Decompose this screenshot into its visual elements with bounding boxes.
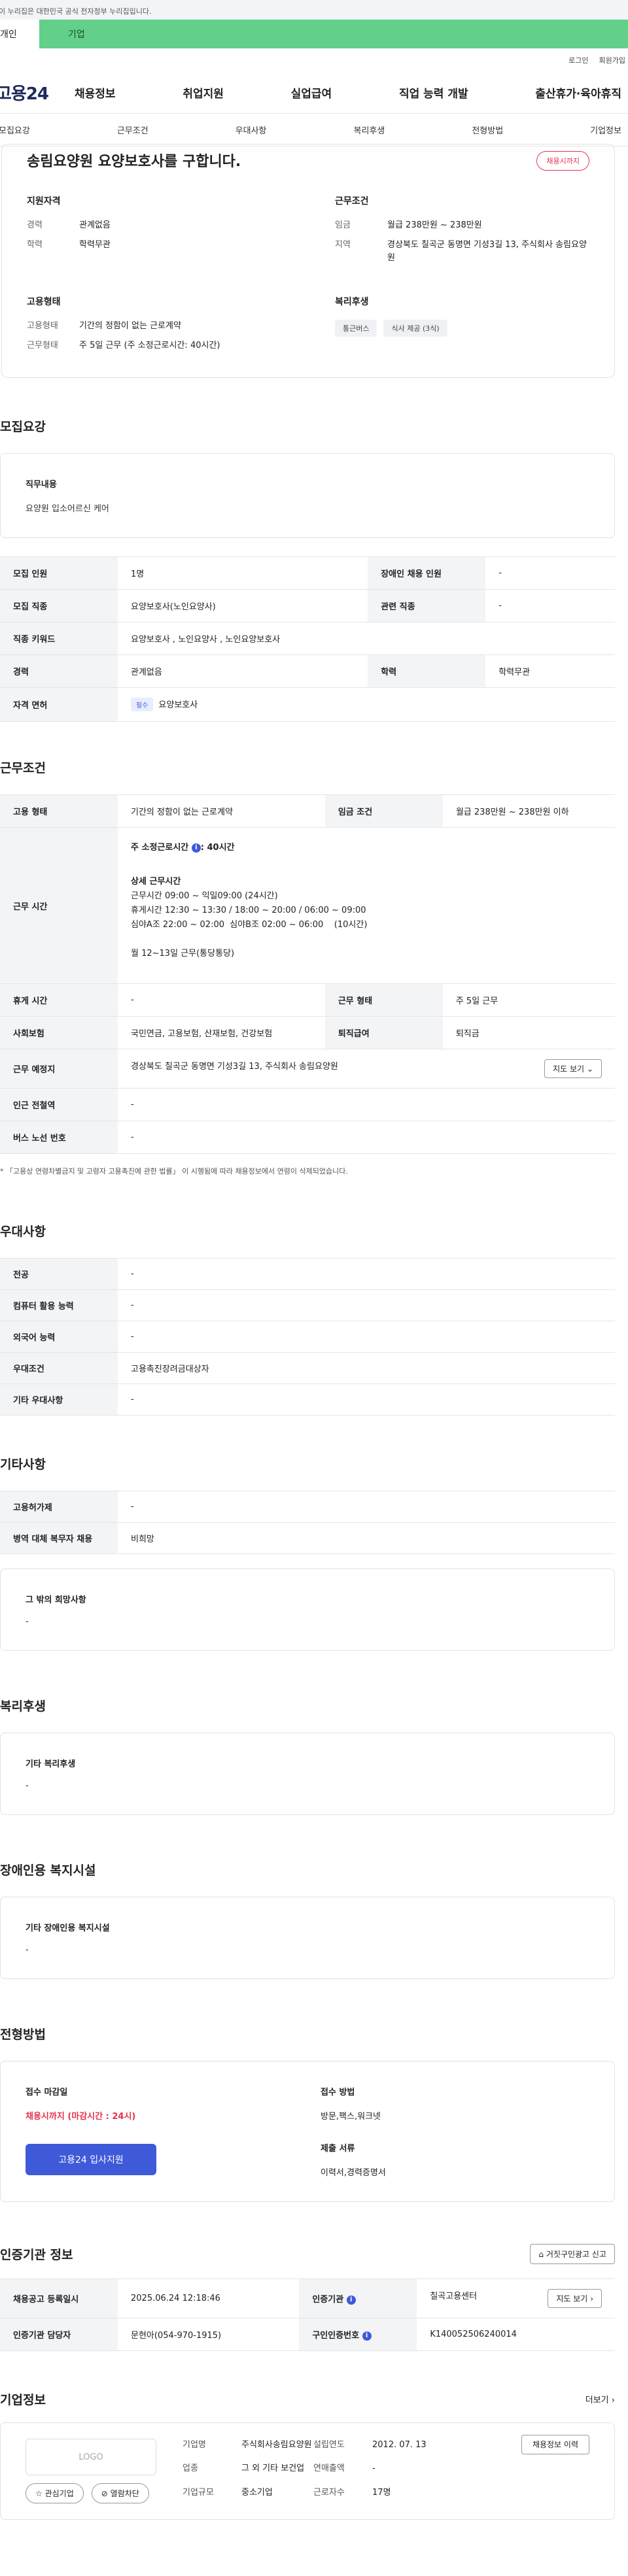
etc-table: 고용허가제 - 병역 대체 복무자 채용 비희망 xyxy=(0,1491,615,1554)
section-title-recruit: 모집요강 xyxy=(0,420,46,434)
table-row: 병역 대체 복무자 채용 비희망 xyxy=(0,1522,615,1554)
section-title-pref: 우대사항 xyxy=(0,1225,46,1239)
table-row: 직종 키워드 요양보호사 , 노인요양사 , 노인요양보호사 xyxy=(0,622,615,655)
qualification-block: 지원자격 경력 관계없음 학력 학력무관 xyxy=(27,196,111,250)
snb-process[interactable]: 전형방법 xyxy=(472,124,503,136)
table-row: 채용공고 등록일시 2025.06.24 12:18:46 인증기관 i 칠곡고… xyxy=(0,2279,615,2318)
favorite-company-button[interactable]: ☆ 관심기업 xyxy=(26,2483,84,2503)
info-icon[interactable]: i xyxy=(362,2331,372,2341)
age-notice: * 「고용상 연령차별금지 및 고령자 고용촉진에 관한 법률」 이 시행됨에 … xyxy=(0,1167,348,1176)
section-nav: 모집요강 근무조건 우대사항 복리후생 전형방법 기업정보 xyxy=(0,114,628,146)
recruit-table: 모집 인원 1명 장애인 채용 인원 - 모집 직종 요양보호사(노인요양사) … xyxy=(0,556,615,722)
company-info-grid: 기업명 주식회사송림요양원 설립연도 2012. 07. 13 업종 그 외 기타 보… xyxy=(183,2440,427,2498)
welfare-card: 기타 복리후생 - xyxy=(0,1733,615,1815)
duty-card: 직무내용 요양원 입소어르신 케어 xyxy=(0,453,615,538)
gnb-item-leave[interactable]: 출산휴가·육아휴직 xyxy=(535,84,621,101)
chevron-right-icon: › xyxy=(590,2294,593,2303)
table-row: 컴퓨터 활용 능력 - xyxy=(0,1289,615,1321)
disabled-facility-card: 기타 장애인용 복지시설 - xyxy=(0,1897,615,1979)
section-title-company: 기업정보 xyxy=(0,2393,46,2407)
table-row: 우대조건 고용촉진장려금대상자 xyxy=(0,1352,615,1384)
gnb-item-benefits[interactable]: 실업급여 xyxy=(291,84,332,101)
table-row: 고용허가제 - xyxy=(0,1491,615,1523)
section-title-disabled: 장애인용 복지시설 xyxy=(0,1863,96,1878)
job-history-button[interactable]: 채용정보 이력 xyxy=(521,2435,589,2454)
snb-recruit[interactable]: 모집요강 xyxy=(0,124,30,136)
chevron-down-icon: ⌄ xyxy=(586,1064,593,1074)
chevron-right-icon: › xyxy=(611,2396,615,2405)
apply-button[interactable]: 고용24 입사지원 xyxy=(26,2144,156,2175)
section-title-welfare: 복리후생 xyxy=(0,1699,46,1714)
process-card: 접수 마감일 채용시까지 (마감시간 : 24시) 고용24 입사지원 접수 방… xyxy=(0,2061,615,2202)
snb-work[interactable]: 근무조건 xyxy=(117,124,148,136)
snb-company[interactable]: 기업정보 xyxy=(590,124,621,136)
utility-bar: 로그인 회원가입 xyxy=(0,48,628,72)
welfare-block: 복리후생 통근버스 식사 제공 (3식) xyxy=(335,295,591,359)
company-more-link[interactable]: 더보기 › xyxy=(585,2393,615,2405)
table-row: 모집 인원 1명 장애인 채용 인원 - xyxy=(0,556,615,590)
table-row: 인근 전철역 - xyxy=(0,1088,615,1121)
false-ad-report-button[interactable]: ⌂ 거짓구인광고 신고 xyxy=(530,2244,615,2264)
job-title: 송림요양원 요양보호사를 구합니다. xyxy=(27,154,241,170)
star-icon: ☆ xyxy=(35,2489,43,2498)
login-link[interactable]: 로그인 xyxy=(568,55,588,65)
home-icon: ⌂ xyxy=(538,2250,544,2259)
section-title-work: 근무조건 xyxy=(0,761,46,775)
pref-table: 전공 - 컴퓨터 활용 능력 - 외국어 능력 - 우대조건 고용촉진장려금대상자 기타… xyxy=(0,1258,615,1415)
table-row: 외국어 능력 - xyxy=(0,1321,615,1353)
other-wish-card: 그 밖의 희망사항 - xyxy=(0,1568,615,1651)
company-card: LOGO ☆ 관심기업 ⊘ 열람차단 기업명 주식회사송림요양원 설립연도 2012… xyxy=(0,2422,615,2520)
table-row: 고용 형태 기간의 정함이 없는 근로계약 임금 조건 월급 238만원 ~ 2… xyxy=(0,794,615,828)
table-row: 버스 노선 번호 - xyxy=(0,1121,615,1154)
gov-banner: 이 누리집은 대한민국 공식 전자정부 누리집입니다. xyxy=(0,0,628,20)
employment-type-block: 고용형태 고용형태 기간의 정함이 없는 근로계약 근무형태 주 5일 근무 (주 … xyxy=(27,297,220,350)
table-row: 근무 시간 주 소정근로시간 i: 40시간 상세 근무시간 근무시간 09:0… xyxy=(0,827,615,984)
snb-welfare[interactable]: 복리후생 xyxy=(353,124,385,136)
table-row: 모집 직종 요양보호사(노인요양사) 관련 직종 - xyxy=(0,589,615,622)
block-icon: ⊘ xyxy=(101,2489,108,2498)
condition-block: 근무조건 임금 월급 238만원 ~ 238만원 지역 경상북도 칠곡군 동명면 기… xyxy=(335,196,587,263)
gnb-item-jobs[interactable]: 채용정보 xyxy=(75,84,116,101)
signup-link[interactable]: 회원가입 xyxy=(599,55,625,65)
table-row: 근무 예정지 경상북도 칠곡군 동명면 기성3길 13, 주식회사 송림요양원 지… xyxy=(0,1049,615,1089)
info-icon[interactable]: i xyxy=(346,2295,356,2305)
table-row: 전공 - xyxy=(0,1258,615,1290)
global-nav: 고용24 채용정보 취업지원 실업급여 직업 능력 개발 출산휴가·육아휴직 xyxy=(0,72,628,114)
table-row: 휴게 시간 - 근무 형태 주 5일 근무 xyxy=(0,983,615,1017)
deadline-badge: 채용시까지 xyxy=(536,151,589,171)
company-logo: LOGO xyxy=(26,2439,156,2475)
top-tabs: 개인 기업 xyxy=(0,20,628,48)
snb-pref[interactable]: 우대사항 xyxy=(236,124,267,136)
table-row: 자격 면허 필수 요양보호사 xyxy=(0,687,615,722)
agency-map-button[interactable]: 지도 보기 › xyxy=(548,2289,602,2308)
tab-company[interactable]: 기업 xyxy=(39,20,628,48)
map-view-button[interactable]: 지도 보기 ⌄ xyxy=(544,1059,602,1078)
section-title-etc: 기타사항 xyxy=(0,1457,46,1472)
table-row: 인증기관 담당자 문현아(054-970-1915) 구인인증번호 i K140… xyxy=(0,2318,615,2351)
tab-personal[interactable]: 개인 xyxy=(0,20,39,48)
table-row: 경력 관계없음 학력 학력무관 xyxy=(0,654,615,688)
required-tag: 필수 xyxy=(131,698,154,711)
welfare-chip: 식사 제공 (3식) xyxy=(383,320,447,337)
work-table: 고용 형태 기간의 정함이 없는 근로계약 임금 조건 월급 238만원 ~ 2… xyxy=(0,794,615,1154)
deadline-text: 채용시까지 (마감시간 : 24시) xyxy=(26,2112,136,2122)
gnb-item-training[interactable]: 직업 능력 개발 xyxy=(399,84,468,101)
section-title-process: 전형방법 xyxy=(0,2027,46,2042)
table-row: 사회보험 국민연금, 고용보험, 산재보험, 건강보험 퇴직급여 퇴직금 xyxy=(0,1016,615,1049)
welfare-chip: 통근버스 xyxy=(335,320,377,337)
gnb-item-employment[interactable]: 취업지원 xyxy=(183,84,224,101)
table-row: 기타 우대사항 - xyxy=(0,1383,615,1415)
site-logo[interactable]: 고용24 xyxy=(0,80,75,105)
job-summary-card: 송림요양원 요양보호사를 구합니다. 채용시까지 지원자격 경력 관계없음 학력 학… xyxy=(1,144,615,378)
agency-table: 채용공고 등록일시 2025.06.24 12:18:46 인증기관 i 칠곡고… xyxy=(0,2279,615,2351)
section-title-agency: 인증기관 정보 xyxy=(0,2248,73,2262)
info-icon[interactable]: i xyxy=(191,843,201,853)
block-view-button[interactable]: ⊘ 열람차단 xyxy=(91,2483,149,2503)
